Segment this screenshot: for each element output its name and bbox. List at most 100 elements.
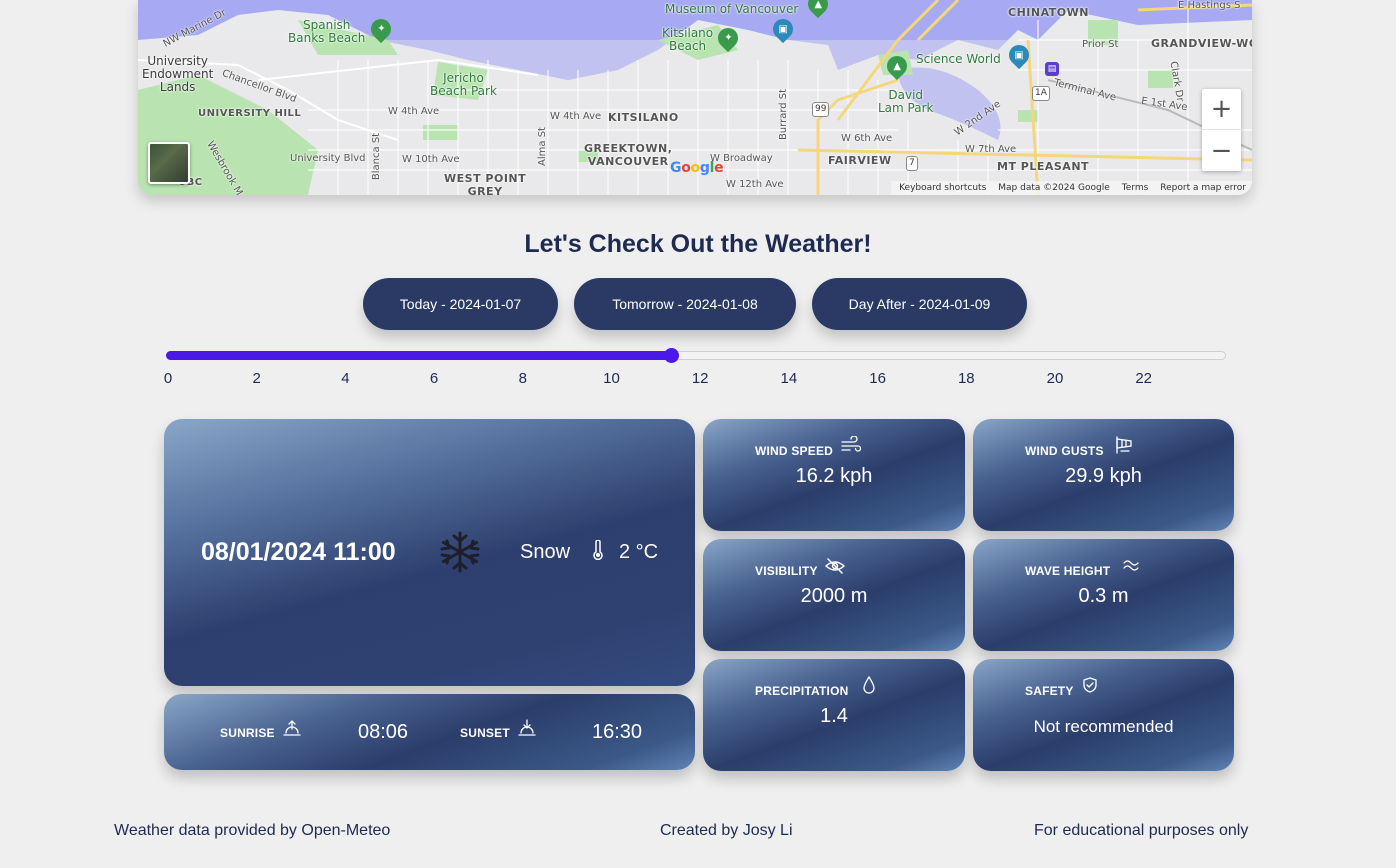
map-label-university: University Endowment Lands: [142, 54, 214, 94]
map-label-blanca: Blanca St: [371, 132, 383, 181]
map-label-science-world: Science World: [916, 52, 1001, 66]
map-label-fairview: FAIRVIEW: [828, 154, 892, 167]
map-label-w10th: W 10th Ave: [402, 154, 460, 165]
map-label-jericho: Jericho Beach Park: [430, 71, 497, 98]
hour-tick-label: 0: [163, 370, 173, 387]
map-label-greektown: GREEKTOWN, VANCOUVER: [584, 142, 673, 168]
hour-tick-label: 4: [341, 370, 350, 387]
footer-data-credit: Weather data provided by Open-Meteo: [114, 822, 391, 839]
safety-value: Not recommended: [1033, 717, 1174, 736]
hour-slider-fill: [166, 351, 671, 360]
map-label-w4th-2: W 4th Ave: [550, 111, 602, 122]
map-label-w12th: W 12th Ave: [726, 179, 784, 190]
precipitation-card: PRECIPITATION 1.4: [703, 659, 965, 771]
visibility-label: VISIBILITY: [755, 564, 818, 578]
wind-speed-label: WIND SPEED: [755, 444, 834, 458]
hour-tick-label: 16: [869, 370, 886, 387]
sunrise-icon: [283, 720, 301, 736]
sun-times-card: SUNRISE 08:06 SUNSET 16:30: [164, 694, 695, 770]
terms-link[interactable]: Terms: [1122, 183, 1149, 193]
map-label-west-point-grey: WEST POINT GREY: [444, 172, 527, 195]
map-label-university-hill: UNIVERSITY HILL: [198, 108, 302, 119]
wind-gusts-label: WIND GUSTS: [1025, 444, 1104, 458]
hour-tick-label: 20: [1046, 370, 1064, 387]
satellite-toggle-button[interactable]: [148, 142, 190, 184]
thermometer-icon: [593, 540, 603, 560]
visibility-value: 2000 m: [800, 585, 868, 607]
transit-station-icon[interactable]: ▤: [1045, 62, 1059, 76]
map-label-david-lam: David Lam Park: [878, 88, 934, 115]
map-label-mt-pleasant: MT PLEASANT: [997, 160, 1090, 173]
zoom-controls: + −: [1202, 89, 1241, 171]
zoom-out-button[interactable]: −: [1202, 130, 1241, 171]
keyboard-shortcuts-link[interactable]: Keyboard shortcuts: [899, 183, 986, 193]
map-view[interactable]: NW Marine Dr Spanish Banks Beach Univers…: [138, 0, 1252, 195]
windsock-icon: [1116, 436, 1132, 454]
footer-author: Created by Josy Li: [660, 822, 793, 839]
eye-off-icon: [825, 558, 845, 574]
hour-tick-label: 10: [603, 370, 620, 387]
precipitation-label: PRECIPITATION: [755, 684, 849, 698]
wind-gusts-card: WIND GUSTS 29.9 kph: [973, 419, 1234, 531]
map-label-burrard: Burrard St: [778, 88, 790, 141]
hour-slider-thumb[interactable]: [663, 348, 679, 363]
hour-tick-label: 8: [518, 370, 527, 387]
day-button-today[interactable]: Today - 2024-01-07: [363, 278, 558, 330]
temperature-value: 2 °C: [619, 541, 659, 563]
shield-check-icon: [1083, 677, 1097, 693]
safety-card: SAFETY Not recommended: [973, 659, 1234, 771]
map-label-kitsilano-beach: Kitsilano Beach: [662, 26, 714, 53]
wind-icon: [841, 436, 861, 452]
wave-height-label: WAVE HEIGHT: [1025, 564, 1111, 578]
route-1a-shield: 1A: [1032, 86, 1050, 101]
day-button-tomorrow[interactable]: Tomorrow - 2024-01-08: [574, 278, 796, 330]
zoom-in-button[interactable]: +: [1202, 89, 1241, 130]
map-label-kitsilano: KITSILANO: [608, 111, 679, 124]
map-label-w7th: W 7th Ave: [965, 144, 1017, 155]
precipitation-value: 1.4: [820, 705, 848, 727]
route-7-shield: 7: [906, 156, 918, 171]
waves-icon: [1123, 560, 1139, 571]
map-footer: Keyboard shortcuts Map data ©2024 Google…: [891, 181, 1252, 195]
wind-speed-value: 16.2 kph: [795, 465, 873, 487]
google-logo: Google: [670, 160, 724, 176]
page-title: Let's Check Out the Weather!: [524, 230, 872, 258]
map-label-w4th: W 4th Ave: [388, 106, 440, 117]
hour-tick-label: 18: [957, 370, 975, 387]
sunset-icon: [518, 719, 536, 736]
snowflake-icon: [440, 531, 480, 573]
wind-speed-card: WIND SPEED 16.2 kph: [703, 419, 965, 531]
map-label-alma: Alma St: [536, 127, 548, 166]
hour-tick-label: 12: [691, 370, 709, 387]
map-label-museum: Museum of Vancouver: [665, 2, 799, 16]
map-label-w6th: W 6th Ave: [841, 133, 893, 144]
map-label-university-blvd: University Blvd: [290, 153, 366, 164]
map-label-prior: Prior St: [1082, 39, 1119, 50]
footer-disclaimer: For educational purposes only: [1034, 822, 1249, 839]
map-label-e-hastings: E Hastings S: [1178, 0, 1241, 11]
safety-label: SAFETY: [1025, 684, 1074, 698]
wave-height-value: 0.3 m: [1078, 585, 1129, 607]
day-button-day-after[interactable]: Day After - 2024-01-09: [812, 278, 1027, 330]
hour-tick-label: 2: [252, 370, 261, 387]
route-99-shield: 99: [812, 102, 830, 117]
report-error-link[interactable]: Report a map error: [1160, 183, 1246, 193]
map-data-text: Map data ©2024 Google: [998, 183, 1110, 193]
wind-gusts-value: 29.9 kph: [1065, 465, 1142, 487]
wave-height-card: WAVE HEIGHT 0.3 m: [973, 539, 1234, 651]
hour-tick-label: 14: [780, 370, 798, 387]
map-label-grandview: GRANDVIEW-WOO: [1151, 37, 1252, 50]
droplet-icon: [863, 676, 875, 694]
visibility-card: VISIBILITY 2000 m: [703, 539, 965, 651]
sunset-label: SUNSET: [460, 726, 510, 740]
sunset-time: 16:30: [592, 721, 643, 743]
map-label-chinatown: CHINATOWN: [1008, 6, 1089, 19]
sunrise-label: SUNRISE: [220, 726, 275, 740]
sunrise-time: 08:06: [358, 721, 409, 743]
current-weather-card: 08/01/2024 11:00 Snow 2 °C: [164, 419, 695, 686]
hour-tick-label: 22: [1135, 370, 1153, 387]
hour-tick-label: 6: [429, 370, 439, 387]
map-label-spanish-banks: Spanish Banks Beach: [288, 18, 366, 45]
weather-condition: Snow: [520, 541, 571, 563]
current-datetime: 08/01/2024 11:00: [201, 538, 396, 566]
